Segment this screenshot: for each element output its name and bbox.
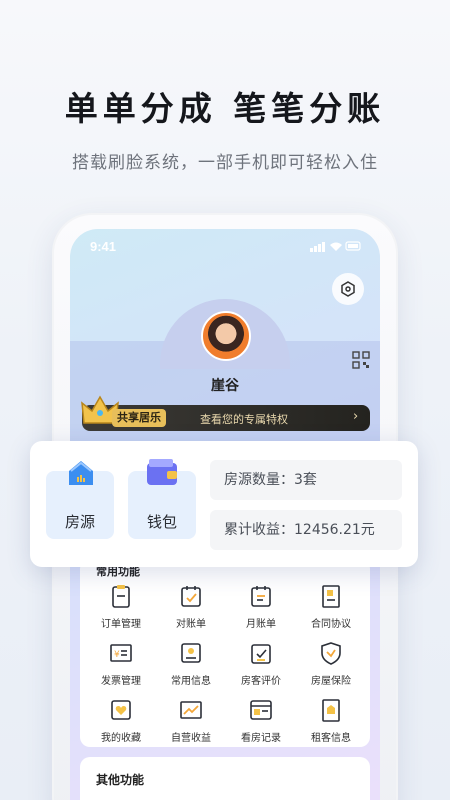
function-item-label: 常用信息 bbox=[171, 676, 211, 687]
avatar[interactable] bbox=[201, 311, 251, 361]
common-functions-grid: 订单管理 对账单 月账单 合同协议 ¥ 发票管理 常用信息 房客评价 房屋保险我的收藏 自营收益 看… bbox=[86, 583, 366, 744]
function-item-label: 房客评价 bbox=[241, 676, 281, 687]
qr-code-icon[interactable] bbox=[352, 351, 370, 369]
subline: 搭载刷脸系统，一部手机即可轻松入住 bbox=[72, 153, 378, 173]
other-functions-title: 其他功能 bbox=[96, 773, 145, 787]
function-item-6[interactable]: 房客评价 bbox=[226, 640, 296, 687]
review-icon bbox=[251, 644, 271, 664]
function-item-label: 订单管理 bbox=[101, 619, 141, 630]
function-item-label: 月账单 bbox=[246, 619, 276, 630]
stat-property-count: 房源数量：3套 bbox=[210, 460, 402, 500]
stat-total-income: 累计收益：12456.21元 bbox=[210, 510, 402, 550]
tenant-icon bbox=[322, 699, 340, 722]
username: 崖谷 bbox=[211, 378, 239, 394]
wallet-tile-label: 钱包 bbox=[146, 513, 177, 531]
invoice-icon: ¥ bbox=[110, 644, 132, 662]
function-item-9[interactable]: 自营收益 bbox=[156, 697, 226, 744]
function-item-label: 对账单 bbox=[176, 619, 206, 630]
function-item-8[interactable]: 我的收藏 bbox=[86, 697, 156, 744]
function-item-3[interactable]: 合同协议 bbox=[296, 583, 366, 630]
common-functions-card: 常用功能 订单管理 对账单 月账单 合同协议 ¥ 发票管理 常用信息 房客评价 房屋保险 我的收藏… bbox=[80, 559, 370, 747]
other-functions-card: 其他功能 bbox=[80, 757, 370, 800]
chart-icon bbox=[180, 701, 202, 719]
function-item-label: 看房记录 bbox=[241, 733, 281, 744]
function-item-4[interactable]: ¥ 发票管理 bbox=[86, 640, 156, 687]
function-item-label: 租客信息 bbox=[311, 733, 351, 744]
heart-icon bbox=[111, 700, 131, 720]
function-item-5[interactable]: 常用信息 bbox=[156, 640, 226, 687]
function-item-label: 房屋保险 bbox=[311, 676, 351, 687]
function-item-11[interactable]: 租客信息 bbox=[296, 697, 366, 744]
house-tile[interactable]: 房源 bbox=[46, 461, 114, 539]
wallet-icon bbox=[147, 459, 177, 485]
function-item-1[interactable]: 对账单 bbox=[156, 583, 226, 630]
function-item-10[interactable]: 看房记录 bbox=[226, 697, 296, 744]
id-card-icon bbox=[181, 643, 201, 663]
function-item-7[interactable]: 房屋保险 bbox=[296, 640, 366, 687]
settings-button[interactable] bbox=[332, 273, 364, 305]
function-item-0[interactable]: 订单管理 bbox=[86, 583, 156, 630]
status-time: 9:41 bbox=[90, 239, 117, 254]
clipboard-icon bbox=[112, 585, 130, 608]
record-icon bbox=[250, 700, 272, 720]
house-tile-label: 房源 bbox=[64, 513, 95, 531]
status-icons bbox=[310, 241, 361, 252]
function-item-label: 自营收益 bbox=[171, 733, 211, 744]
headline: 单单分成 笔笔分账 bbox=[64, 89, 386, 128]
function-item-2[interactable]: 月账单 bbox=[226, 583, 296, 630]
hexagon-icon bbox=[341, 281, 355, 297]
vip-text: 查看您的专属特权 bbox=[200, 413, 288, 426]
svg-text:¥: ¥ bbox=[114, 650, 120, 660]
quick-summary-card: 房源 钱包 房源数量：3套 累计收益：12456.21元 bbox=[30, 441, 418, 567]
house-icon bbox=[69, 461, 93, 485]
wallet-tile[interactable]: 钱包 bbox=[128, 459, 196, 539]
calendar-icon bbox=[251, 586, 271, 607]
vip-tag: 共享居乐 bbox=[112, 409, 166, 427]
function-item-label: 我的收藏 bbox=[101, 733, 141, 744]
contract-icon bbox=[322, 585, 340, 608]
shield-icon bbox=[321, 642, 341, 665]
calendar-check-icon bbox=[181, 586, 201, 607]
chevron-right-icon: › bbox=[353, 409, 359, 424]
function-item-label: 合同协议 bbox=[311, 619, 351, 630]
function-item-label: 发票管理 bbox=[101, 676, 141, 687]
